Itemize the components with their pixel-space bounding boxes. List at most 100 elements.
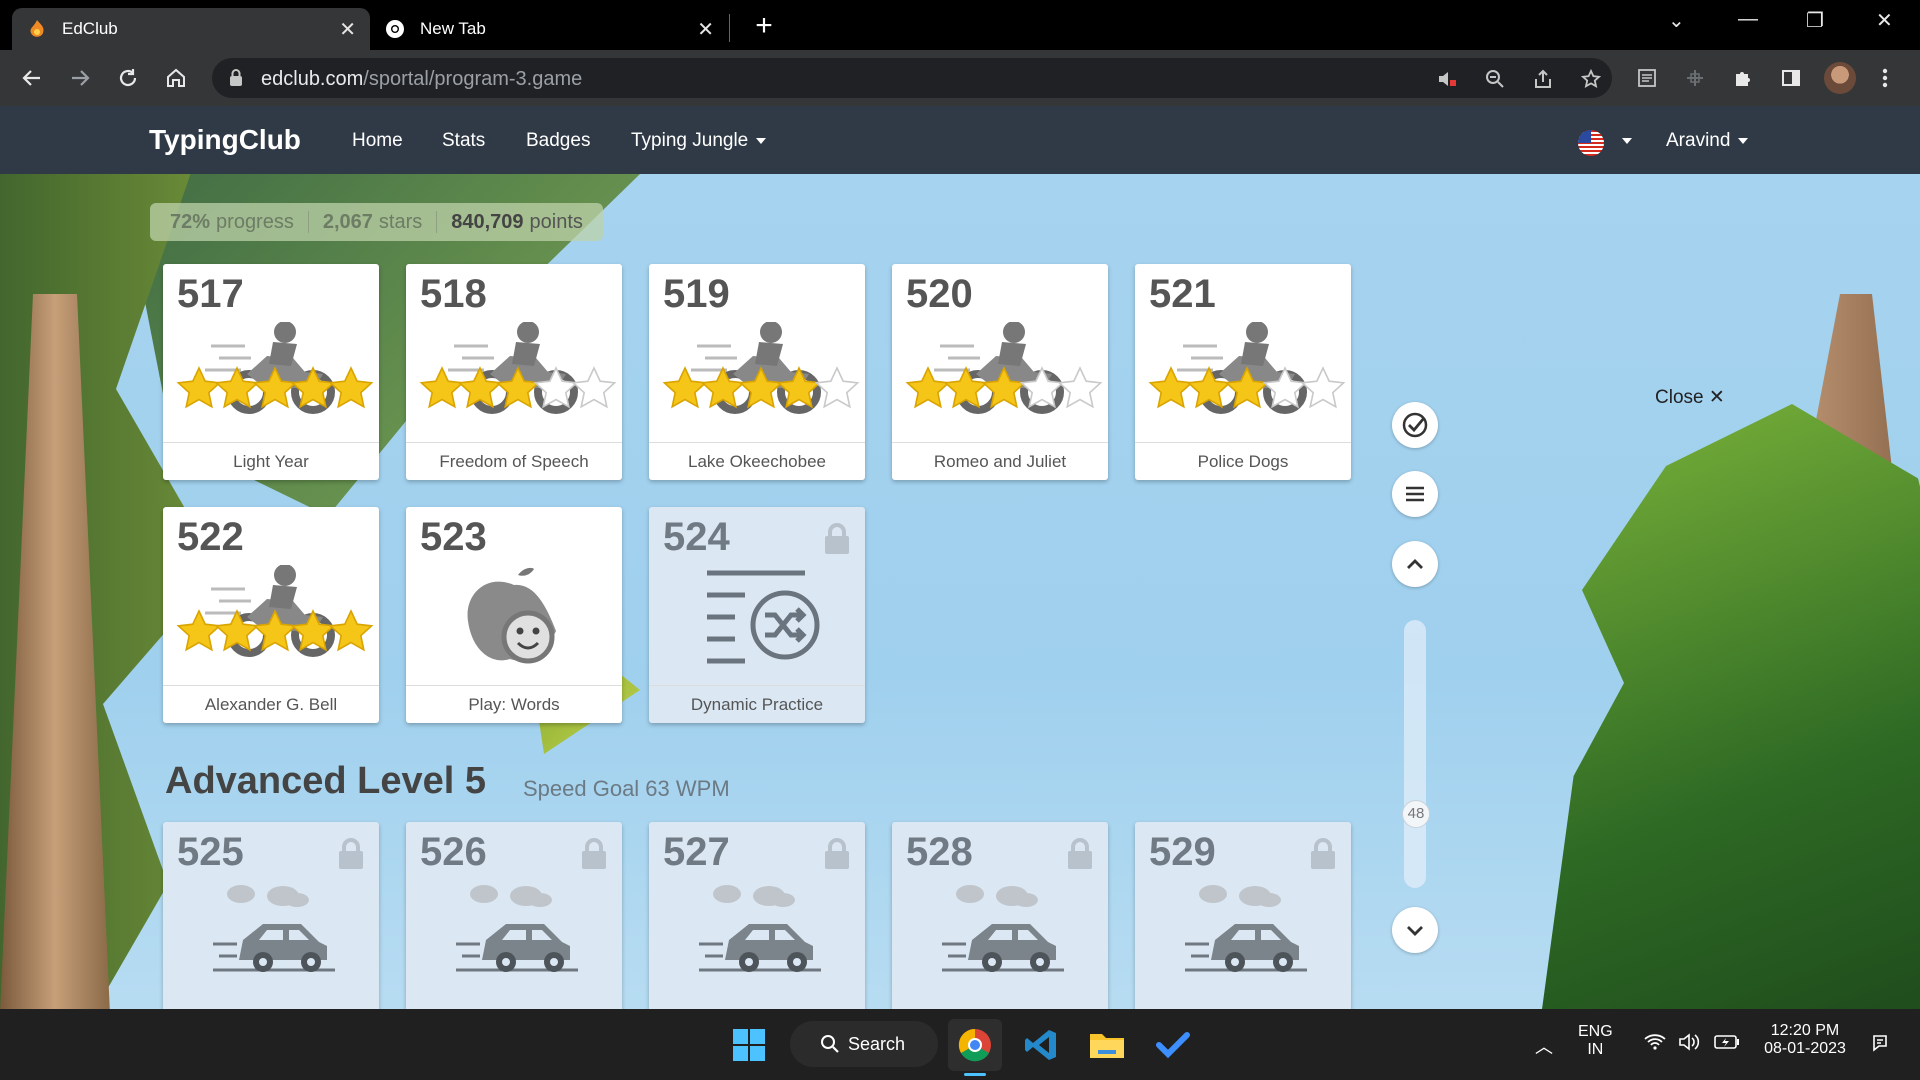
side-panel-icon[interactable]	[1776, 63, 1806, 93]
close-tab-icon[interactable]: ✕	[339, 17, 356, 42]
section-subtitle: Speed Goal 63 WPM	[523, 776, 730, 801]
lesson-card[interactable]: 519 Lake Okeechobee	[649, 264, 865, 480]
close-tab-icon[interactable]: ✕	[697, 17, 714, 42]
scroll-up-button[interactable]	[1392, 541, 1438, 587]
chevron-up-icon	[1407, 559, 1423, 569]
tab-search-chevron-icon[interactable]: ⌄	[1668, 8, 1685, 33]
language-code: ENG	[1578, 1023, 1613, 1040]
locked-lesson-card[interactable]: 526	[406, 822, 622, 1009]
site-header: TypingClub Home Stats Badges Typing Jung…	[0, 106, 1920, 174]
close-label: Close	[1655, 387, 1704, 408]
chrome-taskbar-icon[interactable]	[948, 1019, 1002, 1071]
chevron-down-icon	[1407, 926, 1423, 936]
forward-arrow-icon[interactable]	[64, 62, 96, 94]
tab-title: New Tab	[420, 19, 486, 38]
share-icon[interactable]	[1530, 66, 1556, 92]
nav-badges[interactable]: Badges	[526, 130, 590, 152]
divider	[436, 211, 438, 233]
address-bar[interactable]: edclub.com/sportal/program-3.game	[212, 58, 1612, 98]
typingclub-logo[interactable]: TypingClub	[149, 124, 301, 156]
lesson-card[interactable]: 517 Light Year	[163, 264, 379, 480]
car-icon	[406, 880, 622, 998]
lesson-number: 518	[420, 272, 487, 316]
locked-lesson-card[interactable]: 525	[163, 822, 379, 1009]
lesson-card[interactable]: 522 Alexander G. Bell	[163, 507, 379, 723]
new-tab-plus-icon[interactable]: +	[748, 9, 780, 43]
lesson-card[interactable]: 518 Freedom of Speech	[406, 264, 622, 480]
lesson-card[interactable]: 521 Police Dogs	[1135, 264, 1351, 480]
profile-avatar[interactable]	[1824, 62, 1856, 94]
points-label: points	[529, 210, 583, 233]
user-menu[interactable]: Aravind	[1666, 130, 1749, 152]
browser-tab-strip: EdClub ✕ New Tab ✕ + ⌄ — ❐ ✕	[0, 0, 1920, 50]
notifications-icon[interactable]	[1870, 1033, 1890, 1058]
reading-mode-icon[interactable]	[1632, 63, 1662, 93]
back-arrow-icon[interactable]	[16, 62, 48, 94]
level-scroll-knob[interactable]: 48	[1402, 800, 1430, 828]
language-indicator[interactable]: ENG IN	[1578, 1023, 1613, 1059]
close-button[interactable]: Close ✕	[1655, 386, 1725, 409]
scroll-down-button[interactable]	[1392, 907, 1438, 953]
browser-menu-icon[interactable]	[1870, 63, 1900, 93]
language-dropdown-caret[interactable]	[1614, 130, 1632, 152]
lesson-title: Alexander G. Bell	[163, 685, 379, 723]
volume-icon[interactable]	[1678, 1033, 1700, 1056]
level-scrollbar[interactable]	[1404, 620, 1426, 888]
search-label: Search	[848, 1033, 906, 1054]
locked-lesson-card[interactable]: 527	[649, 822, 865, 1009]
us-flag-icon[interactable]	[1578, 130, 1604, 156]
battery-icon[interactable]	[1714, 1034, 1740, 1055]
reload-icon[interactable]	[112, 62, 144, 94]
clock[interactable]: 12:20 PM 08-01-2023	[1762, 1022, 1848, 1058]
restore-icon[interactable]: ❐	[1806, 8, 1824, 33]
locked-lesson-card[interactable]: 529	[1135, 822, 1351, 1009]
car-icon	[1135, 880, 1351, 998]
motorcycle-icon	[649, 321, 865, 440]
extension-disabled-icon[interactable]	[1680, 63, 1710, 93]
wifi-icon[interactable]	[1644, 1033, 1666, 1056]
zoom-out-icon[interactable]	[1482, 66, 1508, 92]
minimize-icon[interactable]: —	[1738, 8, 1758, 31]
nav-home[interactable]: Home	[352, 130, 403, 152]
motorcycle-icon	[163, 321, 379, 440]
progress-percent: 72%	[170, 210, 211, 233]
stars-count: 2,067	[322, 210, 373, 233]
points: 840,709 points	[451, 211, 583, 234]
windows-start-icon[interactable]	[722, 1019, 776, 1071]
search-icon	[821, 1035, 839, 1053]
bookmark-star-icon[interactable]	[1578, 66, 1604, 92]
apple-game-icon	[406, 565, 622, 683]
window-close-icon[interactable]: ✕	[1876, 8, 1893, 33]
progress-summary: 72% progress 2,067 stars 840,709 points	[150, 203, 603, 241]
nav-typing-jungle[interactable]: Typing Jungle	[631, 130, 767, 152]
menu-button[interactable]	[1392, 471, 1438, 517]
windows-taskbar: Search ︿ ENG IN 12:20 PM 08-01-2023	[0, 1009, 1920, 1080]
lesson-title: Dynamic Practice	[649, 685, 865, 723]
check-circle-icon	[1402, 412, 1428, 438]
tab-edclub[interactable]: EdClub ✕	[12, 8, 370, 50]
file-explorer-taskbar-icon[interactable]	[1080, 1019, 1134, 1071]
points-value: 840,709	[451, 210, 524, 233]
stars-label: stars	[378, 210, 423, 233]
sound-muted-icon[interactable]	[1434, 66, 1460, 92]
vscode-taskbar-icon[interactable]	[1014, 1019, 1068, 1071]
chevron-down-icon	[1738, 137, 1749, 144]
tab-new-tab[interactable]: New Tab ✕	[370, 8, 728, 50]
clock-date: 08-01-2023	[1764, 1040, 1846, 1057]
extensions-puzzle-icon[interactable]	[1728, 63, 1758, 93]
lesson-card[interactable]: 524 Dynamic Practice	[649, 507, 865, 723]
nav-stats[interactable]: Stats	[442, 130, 485, 152]
tray-overflow-chevron-icon[interactable]: ︿	[1535, 1033, 1553, 1059]
region-code: IN	[1587, 1041, 1604, 1058]
motorcycle-icon	[1135, 321, 1351, 440]
check-circle-button[interactable]	[1392, 402, 1438, 448]
locked-lesson-card[interactable]: 528	[892, 822, 1108, 1009]
taskbar-search[interactable]: Search	[790, 1021, 938, 1067]
home-icon[interactable]	[160, 62, 192, 94]
lesson-number: 529	[1149, 830, 1216, 874]
lesson-card[interactable]: 523 Play: Words	[406, 507, 622, 723]
edclub-favicon-icon	[26, 18, 48, 40]
lock-icon[interactable]	[228, 68, 244, 93]
todo-taskbar-icon[interactable]	[1146, 1019, 1200, 1071]
lesson-card[interactable]: 520 Romeo and Juliet	[892, 264, 1108, 480]
